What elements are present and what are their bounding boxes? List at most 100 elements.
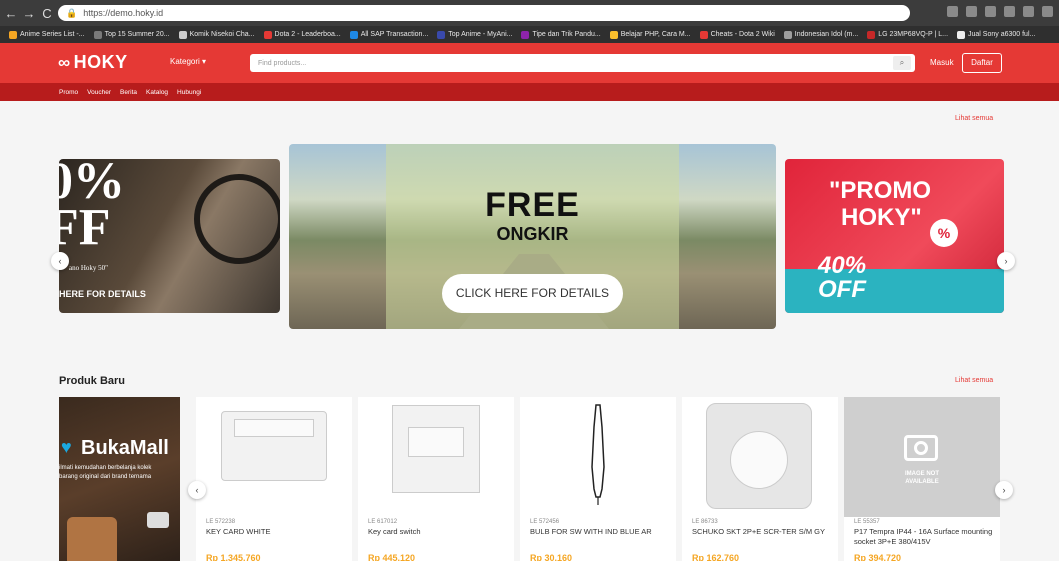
lihat-semua-link[interactable]: Lihat semua	[955, 115, 993, 122]
menu-icon[interactable]	[1042, 6, 1053, 17]
back-icon[interactable]: ←	[4, 6, 18, 21]
bukamall-tagline-1: ilmati kemudahan berbelanja kolek	[59, 465, 152, 471]
product-price: Rp 394.720	[854, 553, 902, 561]
product-card[interactable]: LE 86733 SCHUKO SKT 2P+E SCR-TER S/M GY …	[682, 397, 838, 561]
banner-cta-button[interactable]: CLICK HERE FOR DETAILS	[442, 274, 623, 313]
product-image	[196, 397, 352, 517]
produk-baru-title: Produk Baru	[59, 375, 126, 387]
bookmark-item[interactable]: Cheats - Dota 2 Wiki	[699, 30, 775, 39]
bookmark-item[interactable]: Tipe dan Trik Pandu...	[521, 30, 601, 39]
product-price: Rp 1.345.760	[206, 553, 261, 561]
bookmark-label: Indonesian Idol (m...	[794, 31, 859, 38]
product-name[interactable]: P17 Tempra IP44 - 16A Surface mounting s…	[854, 527, 994, 547]
bookmark-item[interactable]: LG 23MP68VQ-P | L...	[867, 30, 949, 39]
product-price: Rp 30.160	[530, 553, 573, 561]
discount-text: 40% OFF	[818, 252, 867, 303]
carousel-prev-button[interactable]: ‹	[51, 252, 69, 270]
search-icon[interactable]: ⌕	[893, 56, 911, 70]
register-button[interactable]: Daftar	[962, 53, 1002, 73]
bookmark-icon	[93, 30, 102, 39]
bookmark-icon	[263, 30, 272, 39]
banner-main[interactable]: FREE ONGKIR CLICK HERE FOR DETAILS	[289, 144, 776, 329]
bookmark-item[interactable]: All SAP Transaction...	[349, 30, 429, 39]
carousel-next-button[interactable]: ›	[997, 252, 1015, 270]
site-header: ∞ HOKY Kategori ▾ Find products... ⌕ Mas…	[0, 43, 1059, 83]
products-next-button[interactable]: ›	[995, 481, 1013, 499]
banner-right[interactable]: "PROMO HOKY" % 40% OFF	[785, 159, 1004, 313]
bookmark-item[interactable]: Top Anime - MyAni...	[437, 30, 513, 39]
search-input[interactable]: Find products... ⌕	[250, 54, 915, 72]
no-image-text-1: IMAGE NOT	[905, 471, 939, 477]
banner-subtitle: ONGKIR	[496, 224, 569, 244]
bookmark-label: All SAP Transaction...	[360, 31, 429, 38]
banner-left-big-text: 0% FF	[59, 159, 125, 256]
bookmark-item[interactable]: Top 15 Summer 20...	[93, 30, 170, 39]
product-code: LE 572456	[530, 519, 560, 525]
address-bar[interactable]: 🔒 https://demo.hoky.id	[58, 5, 910, 21]
product-card[interactable]: LE 617012 Key card switch Rp 445.120	[358, 397, 514, 561]
products-prev-button[interactable]: ‹	[188, 481, 206, 499]
banner-left-cta: HERE FOR DETAILS	[59, 289, 146, 299]
extension-icon[interactable]	[1004, 6, 1015, 17]
bookmark-icon	[957, 30, 966, 39]
reload-icon[interactable]: C	[40, 6, 54, 21]
browser-toolbar: ← → C 🔒 https://demo.hoky.id	[0, 0, 1059, 26]
kategori-dropdown[interactable]: Kategori ▾	[170, 57, 206, 66]
bookmark-label: Anime Series List -...	[20, 31, 85, 38]
star-icon[interactable]	[947, 6, 958, 17]
bookmark-label: Tipe dan Trik Pandu...	[532, 31, 601, 38]
subnav-item-hubungi[interactable]: Hubungi	[177, 89, 201, 96]
bulb-drawing	[591, 404, 605, 505]
bookmark-label: Dota 2 - Leaderboa...	[274, 31, 341, 38]
hoky-text: HOKY"	[841, 204, 922, 231]
product-code: LE 572238	[206, 519, 236, 525]
product-name[interactable]: BULB FOR SW WITH IND BLUE AR	[530, 527, 670, 537]
bag-shape	[67, 517, 117, 561]
product-name[interactable]: KEY CARD WHITE	[206, 527, 346, 537]
bookmarks-bar: Anime Series List -... Top 15 Summer 20..…	[0, 26, 1059, 43]
logo-text: HOKY	[73, 52, 128, 72]
extension-icon[interactable]	[985, 6, 996, 17]
bookmark-label: LG 23MP68VQ-P | L...	[878, 31, 949, 38]
banner-title: FREE	[485, 186, 580, 224]
bookmark-item[interactable]: Belajar PHP, Cara M...	[609, 30, 691, 39]
bukamall-banner[interactable]: ♥ BukaMall ilmati kemudahan berbelanja k…	[59, 397, 180, 561]
lihat-semua-products-link[interactable]: Lihat semua	[955, 377, 993, 384]
bookmark-item[interactable]: Indonesian Idol (m...	[783, 30, 859, 39]
subnav-item-katalog[interactable]: Katalog	[146, 89, 168, 96]
product-name[interactable]: SCHUKO SKT 2P+E SCR-TER S/M GY	[692, 527, 832, 537]
product-card[interactable]: LE 572238 KEY CARD WHITE Rp 1.345.760	[196, 397, 352, 561]
bookmark-item[interactable]: Anime Series List -...	[9, 30, 85, 39]
bookmark-icon	[699, 30, 708, 39]
bookmark-label: Top Anime - MyAni...	[448, 31, 513, 38]
bookmark-label: Belajar PHP, Cara M...	[620, 31, 691, 38]
profile-icon[interactable]	[1023, 6, 1034, 17]
no-image-text-2: AVAILABLE	[905, 479, 939, 485]
subnav-item-voucher[interactable]: Voucher	[87, 89, 111, 96]
bookmark-label: Top 15 Summer 20...	[104, 31, 170, 38]
subnav-item-berita[interactable]: Berita	[120, 89, 137, 96]
bookmark-icon	[349, 30, 358, 39]
hoky-logo[interactable]: ∞ HOKY	[58, 52, 128, 73]
forward-icon[interactable]: →	[22, 6, 36, 21]
product-name[interactable]: Key card switch	[368, 527, 508, 537]
bukamall-title: BukaMall	[81, 437, 169, 459]
subnav-item-promo[interactable]: Promo	[59, 89, 78, 96]
bookmark-icon	[867, 30, 876, 39]
product-card[interactable]: LE 572456 BULB FOR SW WITH IND BLUE AR R…	[520, 397, 676, 561]
bookmark-item[interactable]: Komik Nisekoi Cha...	[178, 30, 255, 39]
sub-navigation: Promo Voucher Berita Katalog Hubungi	[0, 83, 1059, 101]
bookmark-item[interactable]: Jual Sony a6300 ful...	[957, 30, 1035, 39]
bukamall-logo-icon: ♥	[61, 437, 72, 457]
product-card[interactable]: IMAGE NOT AVAILABLE LE 55357 P17 Tempra …	[844, 397, 1000, 561]
extension-icon[interactable]	[966, 6, 977, 17]
percent-icon: %	[930, 219, 958, 247]
banner-left-subtext: ano Hoky 50"	[69, 264, 109, 272]
main-content: Lihat semua 0% FF ano Hoky 50" HERE FOR …	[0, 101, 1059, 561]
bookmark-item[interactable]: Dota 2 - Leaderboa...	[263, 30, 341, 39]
image-placeholder: IMAGE NOT AVAILABLE	[844, 397, 1000, 517]
promo-text: "PROMO	[829, 177, 932, 204]
product-code: LE 86733	[692, 519, 718, 525]
login-link[interactable]: Masuk	[930, 58, 954, 67]
banner-left[interactable]: 0% FF ano Hoky 50" HERE FOR DETAILS	[59, 159, 280, 313]
